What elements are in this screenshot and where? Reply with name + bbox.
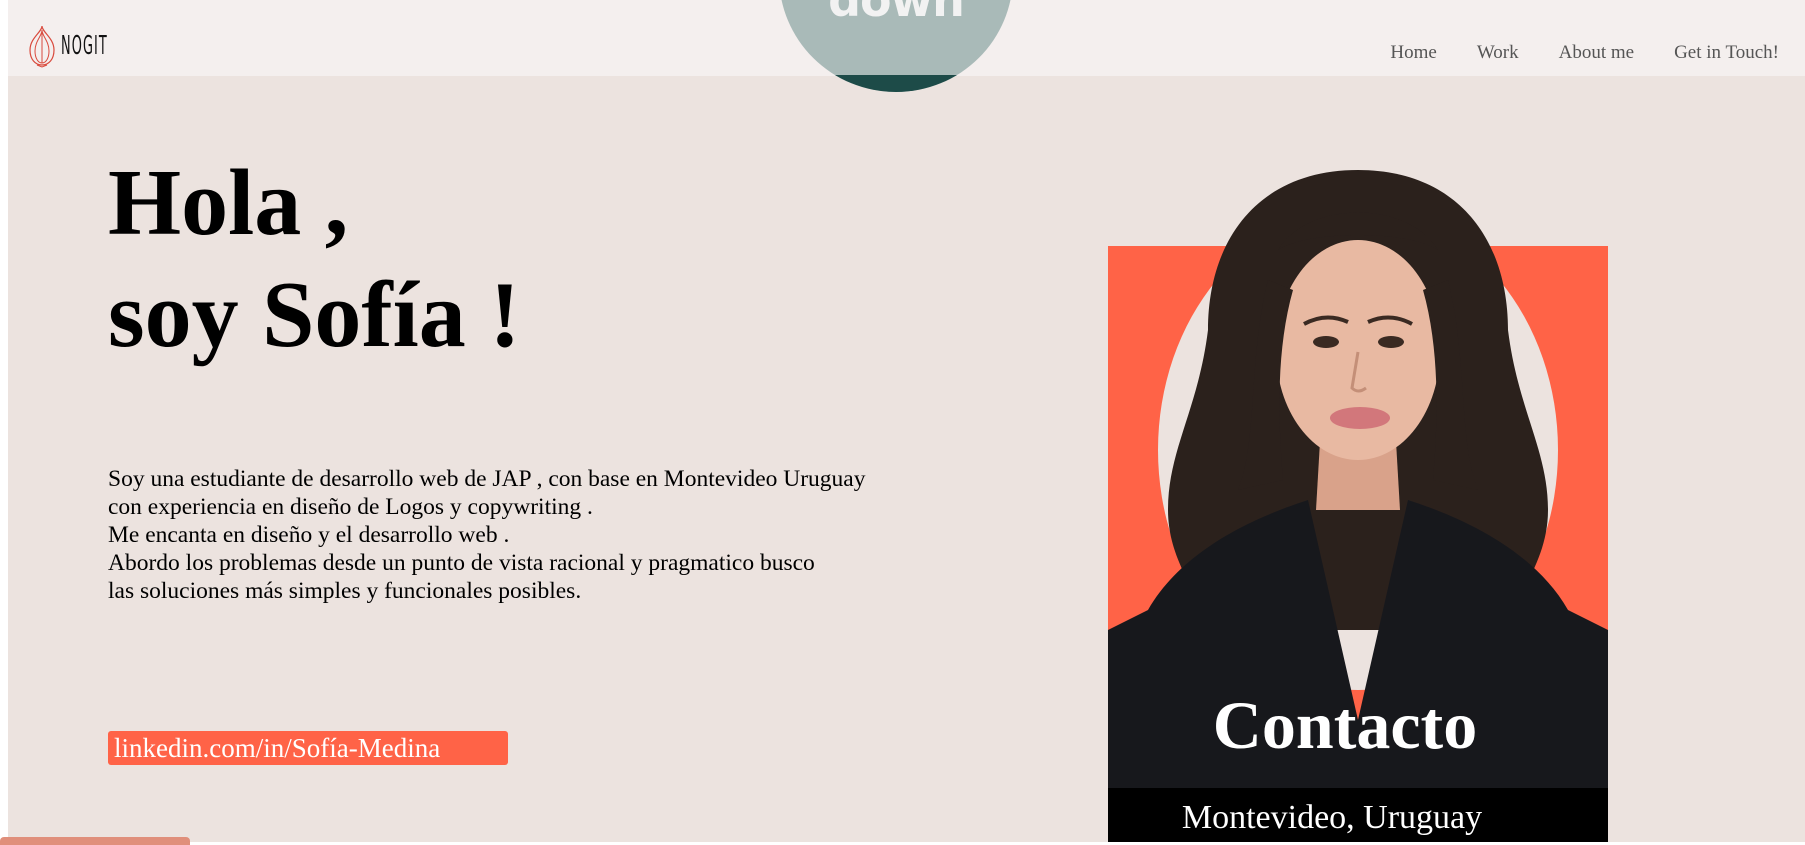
bio-line: Me encanta en diseño y el desarrollo web…: [108, 522, 510, 548]
contact-location: Montevideo, Uruguay: [1182, 799, 1482, 836]
onion-logo-icon: [29, 25, 55, 68]
bio-line: Soy una estudiante de desarrollo web de …: [108, 466, 866, 492]
scroll-down-label: down: [828, 0, 965, 27]
logo-text: NOGIT: [61, 31, 108, 61]
bio-line: Abordo los problemas desde un punto de v…: [108, 550, 815, 576]
bio-paragraph: Soy una estudiante de desarrollo web de …: [108, 465, 988, 605]
logo[interactable]: NOGIT: [26, 24, 146, 68]
nav-home[interactable]: Home: [1390, 42, 1436, 64]
photo-eye-left: [1313, 336, 1339, 348]
photo-eye-right: [1378, 336, 1404, 348]
nav-work[interactable]: Work: [1477, 42, 1519, 64]
bottom-tab: [0, 837, 190, 845]
nav-get-in-touch[interactable]: Get in Touch!: [1674, 42, 1779, 64]
bio-line: las soluciones más simples y funcionales…: [108, 578, 582, 604]
contact-title: Contacto: [1213, 687, 1477, 763]
main-nav: Home Work About me Get in Touch!: [1350, 42, 1779, 64]
nav-about-me[interactable]: About me: [1559, 42, 1634, 64]
greeting-line-2: soy Sofía !: [108, 263, 521, 367]
bio-line: con experiencia en diseño de Logos y cop…: [108, 494, 593, 520]
photo-lips: [1330, 407, 1390, 429]
scroll-down-badge[interactable]: down: [779, 0, 1013, 92]
hero-greeting: Hola , soy Sofía !: [108, 147, 521, 371]
greeting-line-1: Hola ,: [108, 151, 349, 255]
badge-band: [779, 75, 1013, 92]
page: NOGIT Home Work About me Get in Touch! d…: [8, 0, 1805, 842]
linkedin-link[interactable]: linkedin.com/in/Sofía-Medina: [108, 731, 508, 765]
profile-photo-card: Contacto Montevideo, Uruguay: [1108, 170, 1608, 842]
